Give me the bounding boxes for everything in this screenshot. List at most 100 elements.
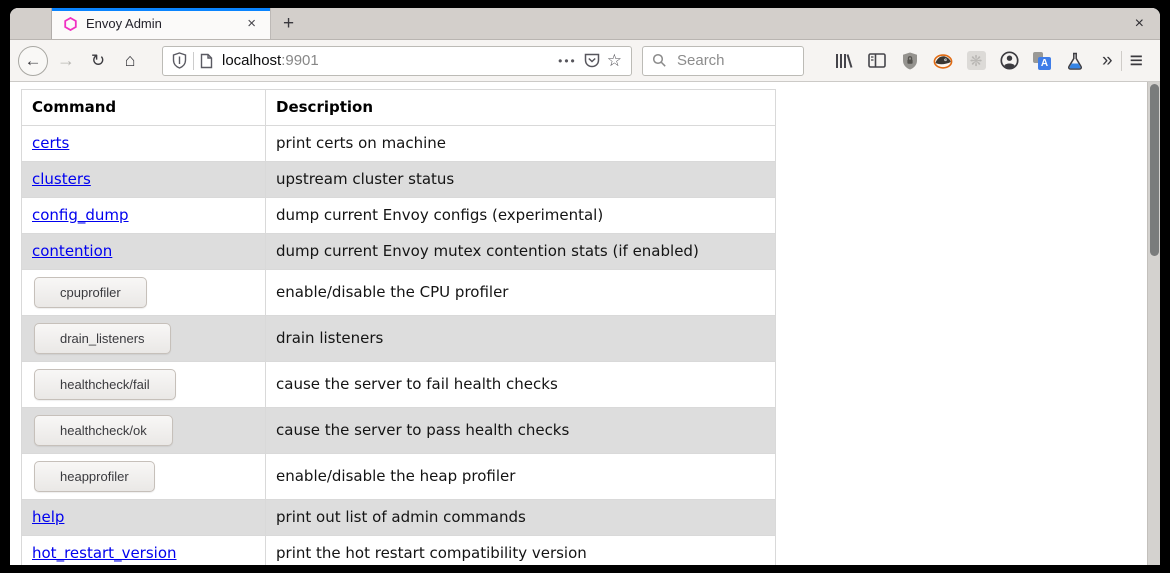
table-header-row: Command Description xyxy=(22,90,776,126)
tab-envoy-admin[interactable]: Envoy Admin × xyxy=(52,8,270,39)
command-cell: certs xyxy=(22,126,266,162)
command-link[interactable]: clusters xyxy=(32,170,91,188)
command-cell: healthcheck/fail xyxy=(22,362,266,408)
page-content-area: Command Description certs print certs on … xyxy=(10,82,1160,565)
url-bar[interactable]: localhost:9901 ••• ☆ xyxy=(162,46,632,76)
tab-title: Envoy Admin xyxy=(86,16,243,31)
toolbar-extensions: ❋ A » xyxy=(834,51,1113,71)
table-row: clusters upstream cluster status xyxy=(22,162,776,198)
description-cell: enable/disable the heap profiler xyxy=(266,454,776,500)
navigation-toolbar: ← → ↻ ⌂ localhost:9901 ••• ☆ xyxy=(10,40,1160,82)
envoy-logo-favicon-icon xyxy=(64,17,77,31)
home-button[interactable]: ⌂ xyxy=(114,45,146,77)
page-actions-button[interactable]: ••• xyxy=(558,54,577,68)
page-info-icon[interactable] xyxy=(200,53,213,69)
table-row: heapprofiler enable/disable the heap prof… xyxy=(22,454,776,500)
possum-extension-icon xyxy=(933,53,953,69)
scrollbar-thumb[interactable] xyxy=(1150,84,1159,256)
command-cell: help xyxy=(22,500,266,536)
command-cell: contention xyxy=(22,234,266,270)
command-link[interactable]: certs xyxy=(32,134,69,152)
library-icon xyxy=(835,53,853,69)
toolbar-divider xyxy=(1121,51,1122,71)
table-row: drain_listeners drain listeners xyxy=(22,316,776,362)
flower-extension-icon: ❋ xyxy=(967,51,986,70)
window-close-button[interactable]: × xyxy=(1135,16,1144,32)
table-body: certs print certs on machine clusters upstr… xyxy=(22,126,776,566)
library-button[interactable] xyxy=(834,51,854,71)
description-cell: dump current Envoy mutex contention stat… xyxy=(266,234,776,270)
vertical-scrollbar[interactable] xyxy=(1147,82,1160,565)
command-button[interactable]: healthcheck/fail xyxy=(34,369,176,400)
command-cell: healthcheck/ok xyxy=(22,408,266,454)
pocket-save-icon[interactable] xyxy=(583,52,601,69)
description-cell: print the hot restart compatibility vers… xyxy=(266,536,776,566)
command-cell: heapprofiler xyxy=(22,454,266,500)
description-cell: cause the server to pass health checks xyxy=(266,408,776,454)
shield-lock-icon xyxy=(902,52,918,70)
command-button[interactable]: drain_listeners xyxy=(34,323,171,354)
command-link[interactable]: config_dump xyxy=(32,206,129,224)
url-bar-divider xyxy=(193,52,194,70)
description-cell: upstream cluster status xyxy=(266,162,776,198)
app-menu-button[interactable]: ≡ xyxy=(1130,49,1143,72)
description-cell: cause the server to fail health checks xyxy=(266,362,776,408)
new-tab-button[interactable]: + xyxy=(270,8,306,39)
command-cell: hot_restart_version xyxy=(22,536,266,566)
url-host: localhost xyxy=(222,52,281,69)
flower-extension-button[interactable]: ❋ xyxy=(966,51,986,71)
description-cell: drain listeners xyxy=(266,316,776,362)
back-button[interactable]: ← xyxy=(18,46,48,76)
header-command: Command xyxy=(22,90,266,126)
table-row: healthcheck/ok cause the server to pass h… xyxy=(22,408,776,454)
possum-extension-button[interactable] xyxy=(933,51,953,71)
url-port: :9901 xyxy=(281,52,319,69)
flask-extension-icon xyxy=(1067,52,1083,70)
active-tab-accent xyxy=(52,8,270,11)
description-cell: enable/disable the CPU profiler xyxy=(266,270,776,316)
sidebar-button[interactable] xyxy=(867,51,887,71)
overflow-menu-button[interactable]: » xyxy=(1102,51,1113,70)
command-button[interactable]: heapprofiler xyxy=(34,461,155,492)
header-description: Description xyxy=(266,90,776,126)
search-bar[interactable] xyxy=(642,46,804,76)
table-row: certs print certs on machine xyxy=(22,126,776,162)
tracking-protection-shield-icon[interactable] xyxy=(172,52,187,69)
table-row: contention dump current Envoy mutex conte… xyxy=(22,234,776,270)
table-row: helpprint out list of admin commands xyxy=(22,500,776,536)
forward-button[interactable]: → xyxy=(50,45,82,77)
translate-extension-button[interactable]: A xyxy=(1032,51,1052,71)
search-icon xyxy=(652,53,667,68)
browser-window: Envoy Admin × + × ← → ↻ ⌂ localhost:9901… xyxy=(10,8,1160,565)
command-link[interactable]: help xyxy=(32,508,64,526)
account-button[interactable] xyxy=(999,51,1019,71)
account-icon xyxy=(1000,51,1019,70)
table-row: healthcheck/fail cause the server to fail… xyxy=(22,362,776,408)
table-row: cpuprofiler enable/disable the CPU profil… xyxy=(22,270,776,316)
command-button[interactable]: cpuprofiler xyxy=(34,277,147,308)
description-cell: dump current Envoy configs (experimental… xyxy=(266,198,776,234)
bookmark-star-icon[interactable]: ☆ xyxy=(607,52,622,69)
reload-button[interactable]: ↻ xyxy=(82,45,114,77)
tab-bar: Envoy Admin × + × xyxy=(10,8,1160,40)
command-cell: clusters xyxy=(22,162,266,198)
translate-extension-icon: A xyxy=(1033,52,1051,70)
command-link[interactable]: hot_restart_version xyxy=(32,544,177,562)
titlebar-drag-spacer xyxy=(10,8,52,39)
command-link[interactable]: contention xyxy=(32,242,112,260)
flask-extension-button[interactable] xyxy=(1065,51,1085,71)
admin-command-table: Command Description certs print certs on … xyxy=(21,89,776,565)
table-row: hot_restart_version print the hot restart… xyxy=(22,536,776,566)
table-row: config_dump dump current Envoy configs (e… xyxy=(22,198,776,234)
tab-close-button[interactable]: × xyxy=(243,14,260,33)
sidebar-icon xyxy=(868,53,886,68)
url-text[interactable]: localhost:9901 xyxy=(222,52,552,69)
description-cell: print certs on machine xyxy=(266,126,776,162)
shield-lock-extension-button[interactable] xyxy=(900,51,920,71)
command-button[interactable]: healthcheck/ok xyxy=(34,415,173,446)
command-cell: config_dump xyxy=(22,198,266,234)
command-cell: drain_listeners xyxy=(22,316,266,362)
screenshot-root: { "colors": { "tab_accent_blue": "#0a84f… xyxy=(0,0,1170,573)
command-cell: cpuprofiler xyxy=(22,270,266,316)
search-input[interactable] xyxy=(675,51,794,70)
